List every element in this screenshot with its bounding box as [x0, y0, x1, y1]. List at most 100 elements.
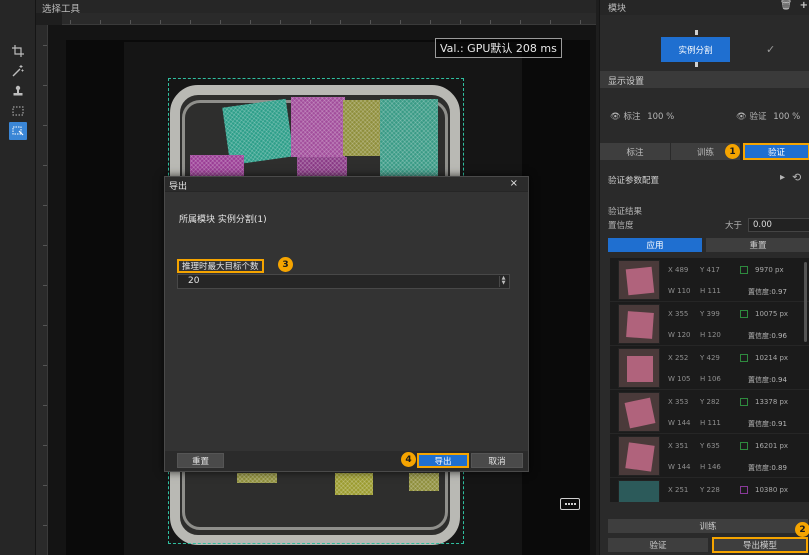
label-visibility-toggle[interactable]: 👁 标注 100 % [610, 110, 674, 122]
validate-toggle-text: 验证 [749, 112, 767, 122]
validate-params-header[interactable]: 验证参数配置 [608, 174, 659, 186]
result-confidence: 置信度:0.96 [748, 332, 787, 340]
export-button[interactable]: 导出 [417, 453, 469, 468]
class-color-swatch [740, 398, 748, 406]
panel-title: 模块 [608, 4, 627, 14]
result-area: 10075 px [755, 310, 789, 318]
canvas-title-bar: 选择工具 [36, 0, 596, 15]
result-row[interactable]: X 251 Y 228 10380 px [610, 478, 809, 502]
node-input-port [695, 30, 698, 35]
result-y: Y 228 [700, 486, 720, 494]
result-y: Y 429 [700, 354, 720, 362]
results-list[interactable]: X 489 Y 417 W 110 H 111 9970 px 置信度:0.97… [610, 258, 809, 502]
result-h: H 111 [700, 419, 721, 427]
class-color-swatch [740, 354, 748, 362]
module-node-instance-seg[interactable]: 实例分割 [661, 37, 730, 62]
right-panel: 模块 🗑 + 实例分割 ✓ 显示设置 👁 标注 100 % 👁 验证 100 %… [599, 0, 809, 555]
step-badge-2: 2 [795, 522, 809, 537]
result-row[interactable]: X 351 Y 635 W 144 H 146 16201 px 置信度:0.8… [610, 434, 809, 478]
result-thumbnail [618, 392, 660, 432]
validate-visibility-toggle[interactable]: 👁 验证 100 % [736, 110, 800, 122]
validate-button[interactable]: 验证 [608, 538, 708, 552]
tab-validate[interactable]: 验证 [743, 143, 809, 160]
result-thumbnail [618, 348, 660, 388]
result-confidence: 置信度:0.97 [748, 288, 787, 296]
cancel-button[interactable]: 取消 [471, 453, 523, 468]
expand-arrow-icon[interactable]: ▸ [780, 172, 785, 183]
result-x: X 252 [668, 354, 689, 362]
result-w: W 120 [668, 331, 691, 339]
result-confidence: 置信度:0.94 [748, 376, 787, 384]
result-w: W 110 [668, 287, 691, 295]
result-h: H 111 [700, 287, 721, 295]
result-area: 16201 px [755, 442, 789, 450]
marquee-select-icon[interactable] [9, 102, 27, 120]
close-icon[interactable]: × [510, 178, 518, 189]
step-badge-1: 1 [725, 144, 740, 159]
export-model-button[interactable]: 导出模型 [712, 537, 808, 553]
result-x: X 489 [668, 266, 689, 274]
max-targets-input[interactable]: 20 ▲ ▼ [177, 274, 510, 289]
reset-filter-button[interactable]: 重置 [706, 238, 809, 252]
class-color-swatch [740, 486, 748, 494]
max-targets-value: 20 [188, 276, 200, 286]
display-settings-header: 显示设置 [600, 71, 809, 88]
add-icon[interactable]: + [800, 0, 808, 11]
eye-icon: 👁 [610, 112, 621, 122]
spin-buttons[interactable]: ▲ ▼ [499, 276, 507, 287]
class-color-swatch [740, 310, 748, 318]
result-x: X 355 [668, 310, 689, 318]
class-color-swatch [740, 442, 748, 450]
stamp-icon[interactable] [9, 82, 27, 100]
result-y: Y 417 [700, 266, 720, 274]
apply-button[interactable]: 应用 [608, 238, 702, 252]
tool-column [0, 0, 36, 555]
panel-title-bar: 模块 🗑 + [600, 0, 809, 15]
confidence-operator[interactable]: 大于 [725, 219, 742, 231]
result-h: H 146 [700, 463, 721, 471]
step-badge-3: 3 [278, 257, 293, 272]
reset-button[interactable]: 重置 [177, 453, 224, 468]
trash-icon[interactable]: 🗑 [780, 0, 793, 11]
result-area: 10380 px [755, 486, 789, 494]
crop-tool-icon[interactable] [9, 42, 27, 60]
result-thumbnail [618, 480, 660, 502]
max-targets-label: 推理时最大目标个数 [177, 259, 264, 273]
tab-annotate[interactable]: 标注 [600, 143, 670, 160]
magic-wand-icon[interactable] [9, 62, 27, 80]
confidence-input[interactable]: 0.00 [748, 218, 809, 232]
keyboard-icon[interactable] [560, 498, 580, 510]
results-scrollbar[interactable] [804, 262, 807, 342]
result-area: 13378 px [755, 398, 789, 406]
label-opacity: 100 % [647, 112, 675, 122]
result-confidence: 置信度:0.89 [748, 464, 787, 472]
eye-icon: 👁 [736, 112, 747, 122]
horizontal-ruler [62, 13, 596, 25]
vertical-ruler [36, 25, 48, 555]
result-h: H 120 [700, 331, 721, 339]
label-toggle-text: 标注 [623, 112, 641, 122]
class-color-swatch [740, 266, 748, 274]
result-x: X 353 [668, 398, 689, 406]
node-output-port [695, 62, 698, 67]
result-y: Y 635 [700, 442, 720, 450]
result-row[interactable]: X 355 Y 399 W 120 H 120 10075 px 置信度:0.9… [610, 302, 809, 346]
validate-results-header: 验证结果 [608, 207, 643, 217]
result-area: 9970 px [755, 266, 784, 274]
result-row[interactable]: X 489 Y 417 W 110 H 111 9970 px 置信度:0.97 [610, 258, 809, 302]
check-icon: ✓ [766, 43, 776, 56]
result-y: Y 282 [700, 398, 720, 406]
result-w: W 144 [668, 419, 691, 427]
result-thumbnail [618, 260, 660, 300]
train-button[interactable]: 训练 [608, 519, 808, 533]
result-row[interactable]: X 353 Y 282 W 144 H 111 13378 px 置信度:0.9… [610, 390, 809, 434]
result-x: X 251 [668, 486, 689, 494]
dialog-title: 导出 [169, 182, 188, 192]
result-row[interactable]: X 252 Y 429 W 105 H 106 10214 px 置信度:0.9… [610, 346, 809, 390]
inference-time-badge: Val.: GPU默认 208 ms [435, 38, 562, 58]
result-w: W 105 [668, 375, 691, 383]
select-tool-icon[interactable] [9, 122, 27, 140]
history-icon[interactable]: ⟲ [792, 171, 801, 184]
display-settings-label: 显示设置 [608, 77, 645, 87]
result-thumbnail [618, 304, 660, 344]
